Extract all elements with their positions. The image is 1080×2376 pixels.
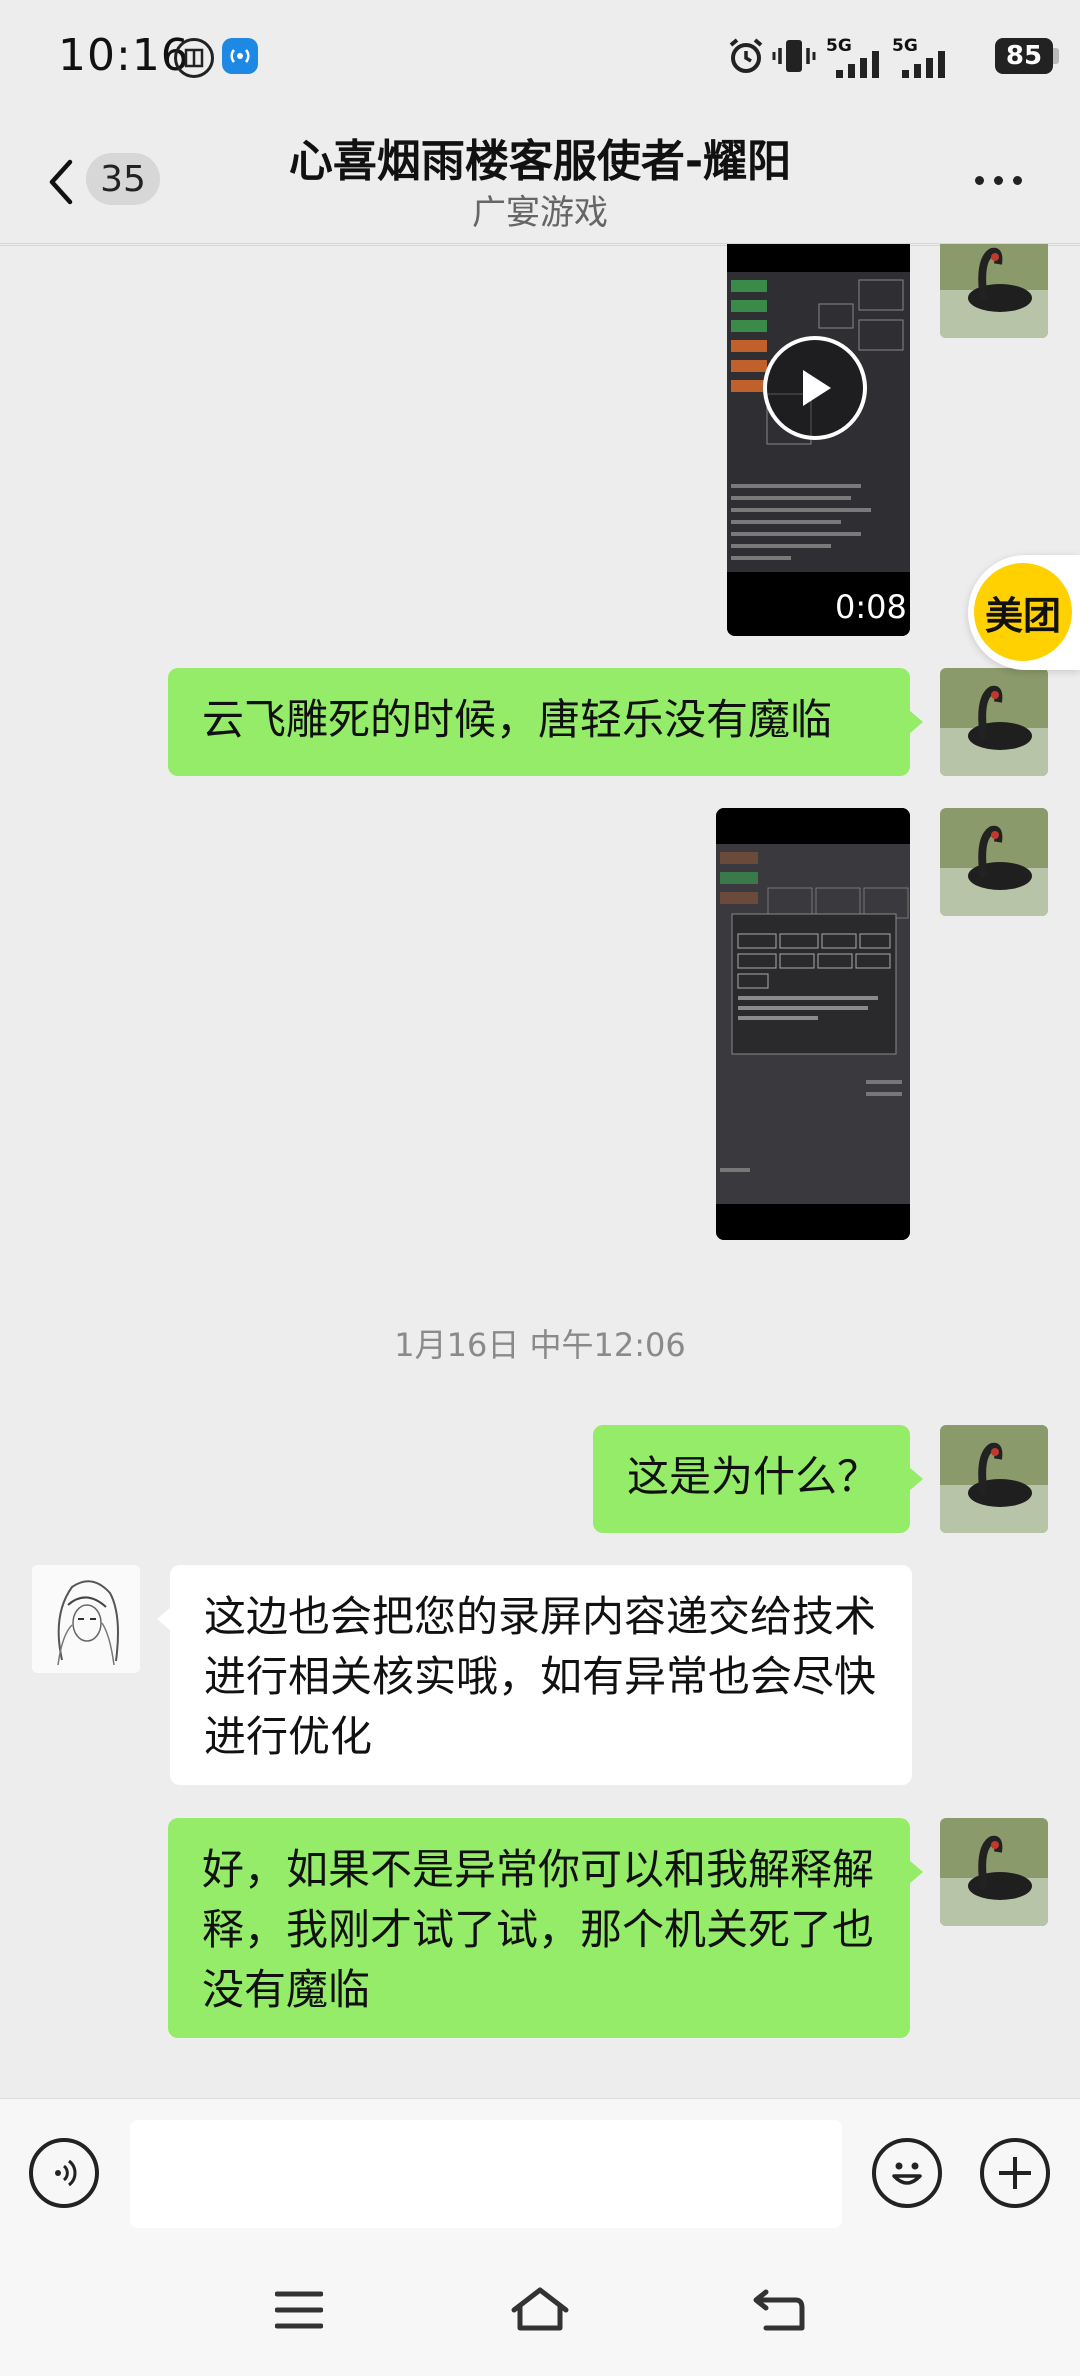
chat-subtitle: 广宴游戏 [472,193,608,233]
plus-icon [999,2157,1031,2189]
battery-tip [1053,48,1059,64]
avatar[interactable] [940,808,1048,916]
home-icon[interactable] [510,2286,570,2336]
hotspot-icon [222,38,258,74]
play-icon[interactable] [763,336,867,440]
back-nav-icon[interactable] [752,2288,806,2336]
signal-icon [900,50,954,82]
more-functions-button[interactable] [980,2138,1050,2208]
dot-icon [975,175,984,185]
voice-icon [55,2159,77,2187]
message-timestamp: 1月16日 中午12:06 [394,1326,686,1364]
avatar[interactable] [940,1425,1048,1533]
meituan-label: 美团 [974,563,1072,661]
video-message[interactable]: 0:08 [727,244,910,636]
video-duration: 0:08 [835,588,907,626]
emoji-button[interactable] [872,2138,942,2208]
message-bubble-received[interactable]: 这边也会把您的录屏内容递交给技术进行相关核实哦，如有异常也会尽快进行优化 [170,1565,912,1785]
message-bubble-sent[interactable]: 好，如果不是异常你可以和我解释解释，我刚才试了试，那个机关死了也没有魔临 [168,1818,910,2038]
alarm-icon [726,36,766,80]
status-time: 10:16 [58,30,190,81]
dot-icon [994,175,1003,185]
bubble-tail [909,1467,923,1491]
china-unicom-icon [174,38,214,78]
message-input[interactable] [130,2120,842,2228]
bubble-tail [909,1860,923,1884]
bubble-tail [909,710,923,734]
dot-icon [1013,175,1022,185]
signal-icon [834,50,888,82]
voice-input-button[interactable] [29,2138,99,2208]
avatar[interactable] [940,668,1048,776]
status-bar: 10:16 5G 5G 85 [0,0,1080,115]
chat-title: 心喜烟雨楼客服使者-耀阳 [288,136,792,187]
message-bubble-sent[interactable]: 云飞雕死的时候，唐轻乐没有魔临 [168,668,910,776]
image-message[interactable] [716,808,910,1240]
bubble-tail [157,1607,171,1631]
more-options-button[interactable] [975,165,1035,195]
meituan-floating-button[interactable]: 美团 [968,555,1080,670]
message-bubble-sent[interactable]: 这是为什么？ [593,1425,910,1533]
menu-icon[interactable] [274,2290,324,2334]
avatar[interactable] [940,230,1048,338]
emoji-icon [892,2162,922,2185]
avatar[interactable] [940,1818,1048,1926]
avatar[interactable] [32,1565,140,1673]
battery-icon: 85 [995,38,1053,74]
vibrate-icon [772,36,816,80]
